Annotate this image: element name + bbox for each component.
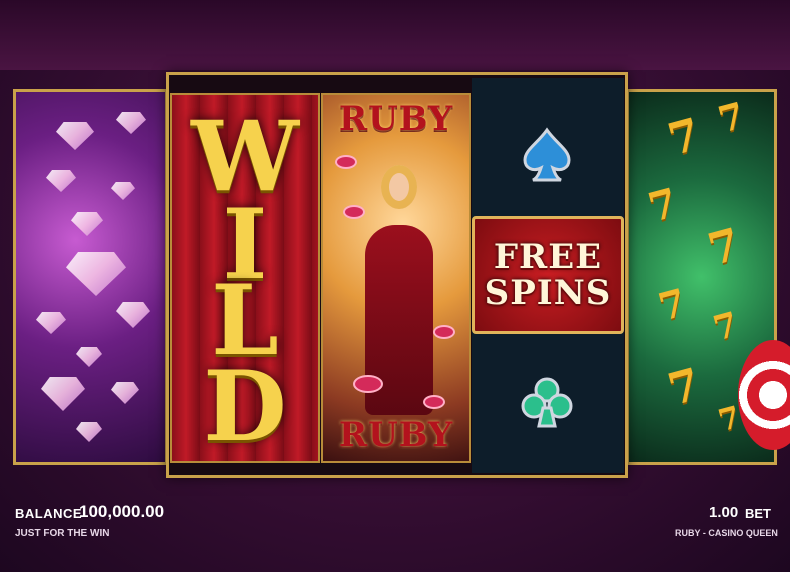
gem-icon xyxy=(111,182,135,200)
mode-text: JUST FOR THE WIN xyxy=(15,528,110,539)
free-spins-symbol: FREE SPINS xyxy=(472,216,624,334)
club-icon xyxy=(521,377,573,428)
gem-icon xyxy=(76,422,102,442)
gem-icon xyxy=(111,382,139,404)
seven-icon: 7 xyxy=(643,179,683,232)
gem-icon xyxy=(41,377,85,411)
queen-head xyxy=(381,165,417,209)
gem-icon xyxy=(76,347,102,367)
balance-label: BALANCE xyxy=(15,506,83,521)
gem-icon xyxy=(36,312,66,334)
gem-icon xyxy=(46,170,76,192)
chip-icon xyxy=(433,325,455,339)
gem-icon xyxy=(116,302,150,328)
gem-icon xyxy=(71,212,103,236)
reel-ruby-queen: RUBY RUBY xyxy=(321,93,471,463)
chip-icon xyxy=(423,395,445,409)
side-reel-diamonds xyxy=(13,89,168,465)
seven-icon: 7 xyxy=(702,218,746,277)
bet-label[interactable]: BET xyxy=(745,506,771,521)
spade-icon xyxy=(523,127,571,182)
seven-icon: 7 xyxy=(709,304,743,350)
gem-icon xyxy=(56,122,94,150)
game-name: RUBY - CASINO QUEEN xyxy=(675,528,778,538)
reel-wild: W I L D xyxy=(170,93,320,463)
wild-letter: D xyxy=(203,350,287,463)
top-banner xyxy=(0,0,790,70)
seven-icon: 7 xyxy=(653,279,691,330)
ruby-title-bottom: RUBY xyxy=(338,415,454,455)
free-spins-line-1: FREE xyxy=(493,237,603,277)
seven-icon: 7 xyxy=(713,94,750,142)
chip-icon xyxy=(353,375,383,393)
chip-icon xyxy=(335,155,357,169)
seven-icon: 7 xyxy=(662,358,706,417)
gem-icon xyxy=(116,112,146,134)
seven-icon: 7 xyxy=(662,108,706,167)
gem-icon xyxy=(66,252,126,296)
bet-value[interactable]: 1.00 xyxy=(709,504,738,521)
balance-value: 100,000.00 xyxy=(79,502,165,521)
chip-icon xyxy=(343,205,365,219)
ruby-title-top: RUBY xyxy=(338,99,454,139)
free-spins-line-2: SPINS xyxy=(484,273,612,313)
